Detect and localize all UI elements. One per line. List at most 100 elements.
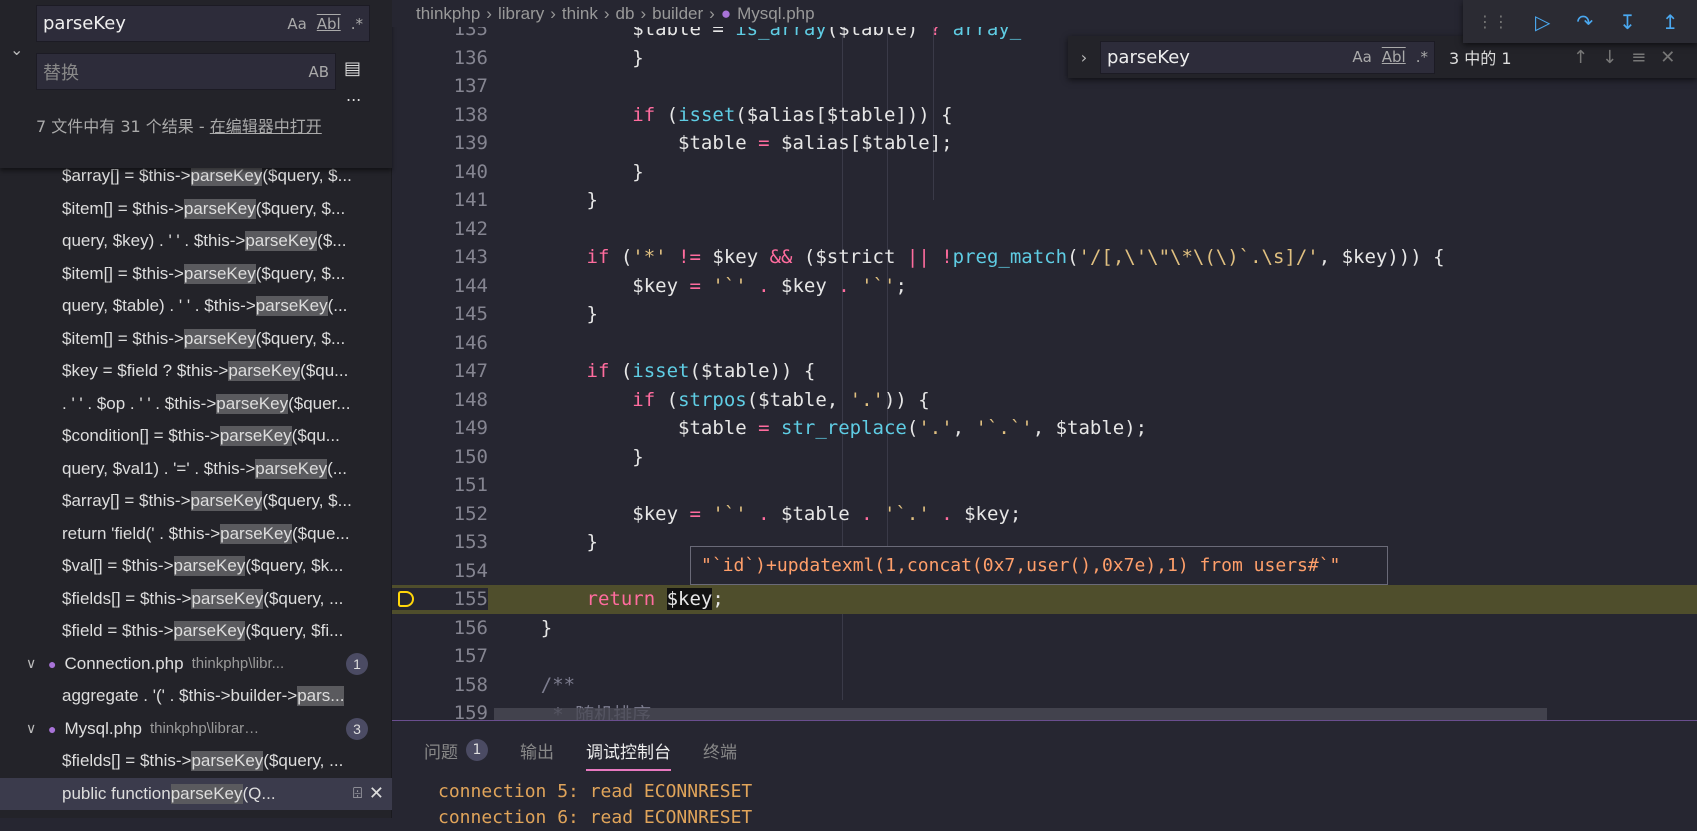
open-in-editor-link[interactable]: 在编辑器中打开 xyxy=(210,117,322,136)
search-result-item[interactable]: $fields[] = $this-> parseKey ($query, ... xyxy=(0,583,392,616)
result-match: parseKey xyxy=(183,263,256,284)
search-result-item[interactable]: $array[] = $this-> parseKey ($query, $... xyxy=(0,485,392,518)
code-token: str_replace xyxy=(781,417,907,440)
step-into-icon[interactable]: ↧ xyxy=(1619,10,1636,34)
toggle-replace-chevron-icon[interactable]: › xyxy=(1068,48,1100,67)
result-before: . ' ' . $op . ' ' . $this-> xyxy=(62,393,217,413)
replace-input[interactable]: 替换 AB xyxy=(36,53,336,90)
regex-toggle[interactable]: .* xyxy=(1416,48,1428,66)
breadcrumb-item[interactable]: builder xyxy=(652,4,703,24)
search-result-item[interactable]: aggregate . '(' . $this->builder-> pars..… xyxy=(0,680,392,713)
preserve-case-toggle[interactable]: AB xyxy=(308,63,329,81)
find-in-selection-icon[interactable]: ≡ xyxy=(1631,47,1646,68)
result-match: parseKey xyxy=(173,556,246,577)
code-line: 148 if (strpos($table, '.')) { xyxy=(392,386,1697,415)
search-result-item[interactable]: return 'field(' . $this-> parseKey ($que..… xyxy=(0,518,392,551)
panel-tab-0[interactable]: 问题 1 xyxy=(424,721,488,779)
search-result-item[interactable]: $item[] = $this-> parseKey ($query, $... xyxy=(0,193,392,226)
search-input-value: parseKey xyxy=(43,13,126,34)
breadcrumb-item[interactable]: Mysql.php xyxy=(737,4,814,24)
panel-tab-2[interactable]: 调试控制台 xyxy=(586,721,671,779)
search-result-item[interactable]: query, $table) . ' ' . $this-> parseKey (.… xyxy=(0,290,392,323)
search-result-item[interactable]: query, $key) . ' ' . $this-> parseKey ($..… xyxy=(0,225,392,258)
regex-toggle[interactable]: .* xyxy=(351,15,363,33)
debug-console-output: connection 5: read ECONNRESET connection … xyxy=(392,779,1697,831)
chevron-down-icon[interactable]: ∨ xyxy=(26,655,48,672)
debug-toolbar: ⋮⋮ ▷ ↷ ↧ ↥ xyxy=(1463,0,1697,43)
breakpoint-current-icon[interactable] xyxy=(398,591,414,607)
code-text: $key = '`' . $table . '`.' . $key; xyxy=(495,503,1021,525)
search-result-item[interactable]: $key = $field ? $this-> parseKey ($qu... xyxy=(0,355,392,388)
step-out-icon[interactable]: ↥ xyxy=(1662,10,1679,34)
result-match: parseKey xyxy=(255,458,328,479)
results-count: 7 文件中有 31 个结果 - xyxy=(36,117,210,136)
drag-grip-icon[interactable]: ⋮⋮ xyxy=(1477,12,1509,31)
code-line: 142 xyxy=(392,215,1697,244)
next-match-arrow-icon[interactable]: ↓ xyxy=(1602,47,1617,68)
result-after: ($qu... xyxy=(300,361,349,381)
search-result-item[interactable]: $item[] = $this-> parseKey ($query, $... xyxy=(0,258,392,291)
line-number: 146 xyxy=(453,331,488,354)
match-case-toggle[interactable]: Aa xyxy=(1352,48,1371,66)
search-result-item[interactable]: $fields[] = $this-> parseKey ($query, ... xyxy=(0,745,392,778)
match-whole-word-toggle[interactable]: Abl xyxy=(317,15,341,33)
panel-tab-1[interactable]: 输出 xyxy=(520,721,554,779)
match-whole-word-toggle[interactable]: Abl xyxy=(1382,48,1406,66)
line-number: 156 xyxy=(453,616,488,639)
breadcrumb-item[interactable]: thinkphp xyxy=(416,4,480,24)
code-editor[interactable]: 135 $table = is_array($table) ? array_ 13… xyxy=(392,0,1697,720)
code-token: , $table); xyxy=(1032,417,1148,440)
search-result-item[interactable]: public function parseKey (Q... ⌹ ✕ xyxy=(0,777,392,810)
result-after: ($... xyxy=(317,231,347,251)
dismiss-icon[interactable]: ✕ xyxy=(369,783,384,804)
continue-icon[interactable]: ▷ xyxy=(1535,10,1550,34)
horizontal-scrollbar[interactable] xyxy=(494,708,1547,720)
results-tree: $array[] = $this-> parseKey ($query, $... $… xyxy=(0,160,392,810)
code-token: . xyxy=(838,274,850,297)
match-case-toggle[interactable]: Aa xyxy=(287,15,306,33)
close-icon[interactable]: ✕ xyxy=(1660,47,1675,68)
file-group-17[interactable]: ∨● Mysql.php thinkphp\library\th... 3 xyxy=(0,713,392,746)
result-before: $fields[] = $this-> xyxy=(62,751,192,771)
code-token: . xyxy=(861,502,873,525)
result-match: pars... xyxy=(297,686,345,707)
code-token: = xyxy=(758,132,770,155)
chevron-down-icon[interactable]: ∨ xyxy=(26,720,48,737)
search-input[interactable]: parseKey Aa Abl .* xyxy=(36,5,370,42)
code-token: } xyxy=(495,46,644,69)
result-after: ($query, $... xyxy=(255,263,346,283)
line-number: 148 xyxy=(453,388,488,411)
more-options-icon[interactable]: ... xyxy=(346,86,361,105)
php-file-icon: ● xyxy=(48,720,57,737)
breadcrumb-item[interactable]: db xyxy=(616,4,635,24)
code-token: $key xyxy=(781,274,839,297)
file-group-15[interactable]: ∨ ● Connection.php thinkphp\libr... 1 xyxy=(0,648,392,681)
panel-tab-3[interactable]: 终端 xyxy=(703,721,737,779)
toggle-replace-chevron-icon[interactable]: ⌄ xyxy=(10,40,23,59)
replace-all-icon[interactable]: ▤ xyxy=(344,58,361,79)
replace-icon[interactable]: ⌹ xyxy=(353,785,362,802)
code-token: . xyxy=(746,502,782,525)
step-over-icon[interactable]: ↷ xyxy=(1576,10,1593,34)
search-result-item[interactable]: query, $val1) . '=' . $this-> parseKey (..… xyxy=(0,453,392,486)
breadcrumb-item[interactable]: library xyxy=(498,4,544,24)
code-token: ( xyxy=(655,103,679,126)
code-token: } xyxy=(495,160,644,183)
code-token: ($table, xyxy=(746,388,850,411)
search-result-item[interactable]: $condition[] = $this-> parseKey ($qu... xyxy=(0,420,392,453)
search-result-item[interactable]: $item[] = $this-> parseKey ($query, $... xyxy=(0,323,392,356)
result-match: parseKey xyxy=(255,296,328,317)
code-text: if ('*' != $key && ($strict || !preg_mat… xyxy=(495,246,1445,268)
result-before: $condition[] = $this-> xyxy=(62,426,220,446)
code-text: $table = $alias[$table]; xyxy=(495,132,953,154)
breadcrumb-item[interactable]: think xyxy=(562,4,598,24)
previous-match-arrow-icon[interactable]: ↑ xyxy=(1573,47,1588,68)
search-result-item[interactable]: $field = $this-> parseKey ($query, $fi... xyxy=(0,615,392,648)
line-number: 158 xyxy=(453,673,488,696)
line-number: 147 xyxy=(453,360,488,383)
find-input[interactable]: parseKey Aa Abl .* xyxy=(1100,40,1435,74)
search-result-item[interactable]: . ' ' . $op . ' ' . $this-> parseKey ($que… xyxy=(0,388,392,421)
search-result-item[interactable]: $val[] = $this-> parseKey ($query, $k... xyxy=(0,550,392,583)
